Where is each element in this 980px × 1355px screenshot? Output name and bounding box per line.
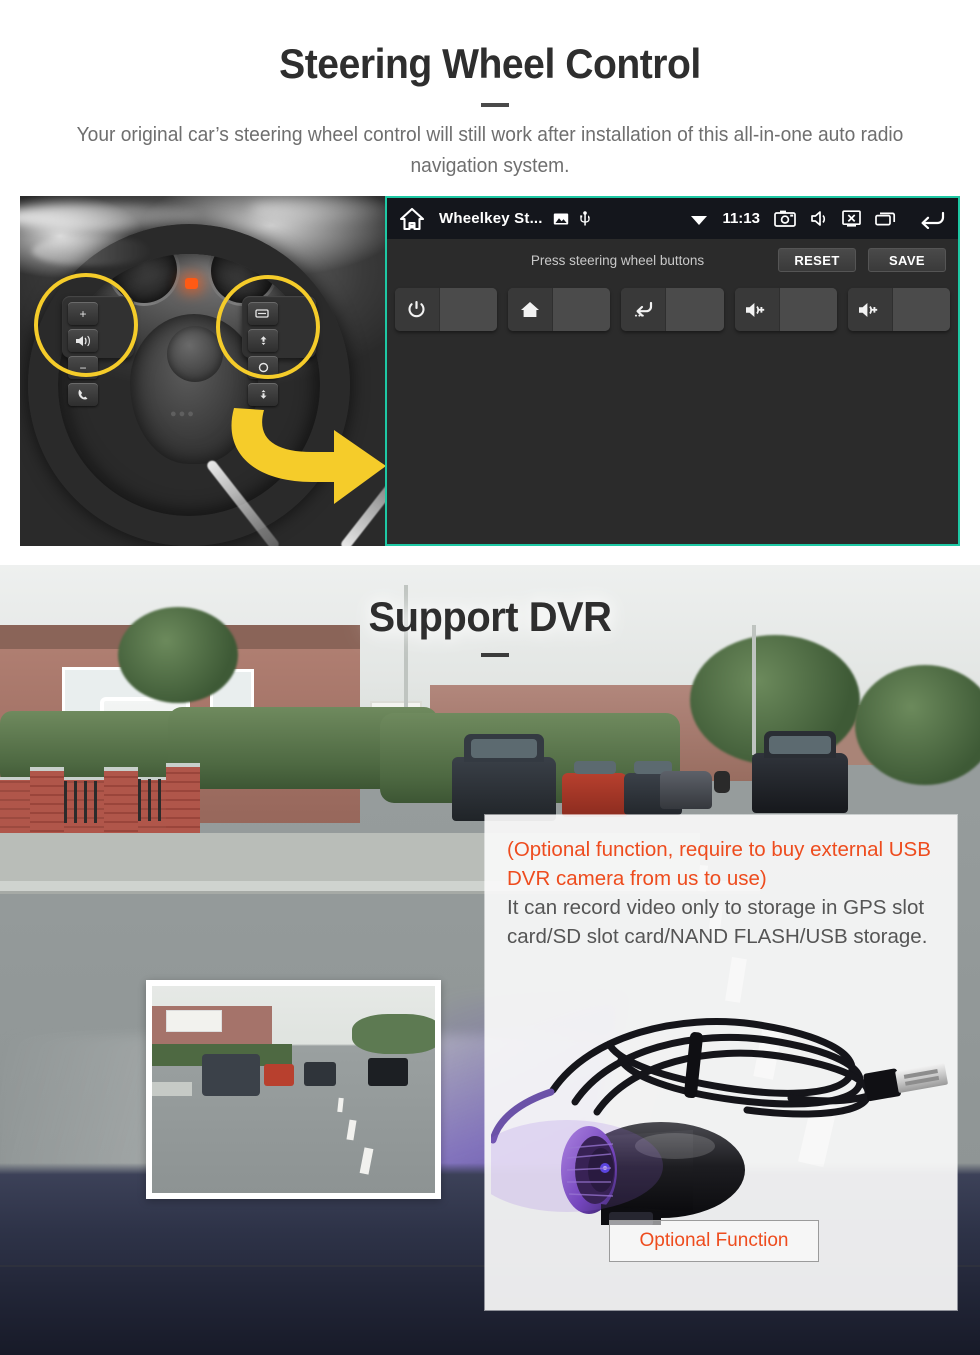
- wheelkey-slot-back[interactable]: [621, 288, 724, 331]
- wifi-icon: [690, 212, 708, 226]
- wheelkey-slot-row: [395, 288, 951, 331]
- usb-dvr-camera-image: [471, 990, 951, 1236]
- brick-pillar: [30, 767, 64, 839]
- parked-suv: [452, 733, 556, 821]
- inset-lane-marking: [359, 1147, 374, 1175]
- reset-button[interactable]: RESET: [778, 248, 856, 272]
- iron-railing: [64, 781, 104, 823]
- dvr-info-panel: (Optional function, require to buy exter…: [471, 815, 957, 1310]
- back-icon: [621, 288, 667, 331]
- power-icon: [395, 288, 440, 331]
- home-icon[interactable]: [399, 207, 425, 231]
- tree: [855, 665, 980, 785]
- screen-off-icon[interactable]: [842, 210, 861, 227]
- inset-kerb: [152, 1082, 192, 1096]
- page-title: Steering Wheel Control: [279, 40, 701, 87]
- volume-up-icon: [847, 288, 893, 331]
- volume-up-key[interactable]: +: [68, 302, 98, 325]
- instruction-text: Press steering wheel buttons: [530, 252, 705, 268]
- dvr-footage-image: [152, 986, 435, 1193]
- call-key[interactable]: [68, 383, 98, 406]
- wheelkey-slot-value: [666, 288, 724, 331]
- home-icon: [508, 288, 554, 331]
- steering-wheel-control-section: Steering Wheel Control Your original car…: [0, 0, 980, 565]
- iron-railing: [138, 779, 166, 821]
- optional-function-button[interactable]: Optional Function: [609, 1220, 819, 1262]
- storage-description: It can record video only to storage in G…: [507, 896, 928, 948]
- brick-pillar: [104, 767, 138, 839]
- street-lamp-post: [752, 625, 756, 755]
- mute-speaker-icon[interactable]: [810, 210, 828, 227]
- oncoming-suv: [752, 731, 848, 813]
- android-status-bar: Wheelkey St... 11:13: [387, 198, 958, 239]
- right-control-pad[interactable]: [242, 296, 316, 406]
- dvr-footage-inset: [146, 980, 441, 1199]
- motorcyclist: [714, 771, 730, 793]
- recent-apps-icon[interactable]: [875, 211, 896, 226]
- dvr-description: (Optional function, require to buy exter…: [507, 835, 943, 951]
- hedge: [0, 711, 190, 785]
- save-button[interactable]: SAVE: [868, 248, 946, 272]
- usb-icon: [579, 210, 591, 227]
- wheelkey-slot-value: [439, 288, 498, 331]
- optional-function-notice: (Optional function, require to buy exter…: [507, 838, 931, 890]
- section-title-divider: [481, 653, 509, 657]
- status-clock: 11:13: [722, 210, 760, 227]
- wheelkey-slot-power[interactable]: [395, 288, 498, 331]
- wheelkey-toolbar: Press steering wheel buttons RESET SAVE: [387, 239, 958, 281]
- brick-pillar: [166, 763, 200, 835]
- dashboard-glare-secondary: [250, 198, 385, 220]
- yellow-arrow: [216, 386, 385, 506]
- support-dvr-section: Support DVR (Optional function, require …: [0, 565, 980, 1355]
- wheelkey-slot-value: [779, 288, 837, 331]
- inset-red-car: [264, 1064, 294, 1086]
- wheelkey-slot-value: [892, 288, 951, 331]
- inset-dark-car: [304, 1062, 336, 1086]
- volume-down-key[interactable]: −: [68, 356, 98, 379]
- screenshot-camera-icon[interactable]: [774, 210, 796, 227]
- left-control-pad[interactable]: + −: [62, 296, 134, 406]
- inset-tree: [352, 1014, 435, 1054]
- wheel-logo: ●●●: [170, 408, 196, 420]
- head-unit-screen: Wheelkey St... 11:13 Press steering whee…: [385, 196, 960, 546]
- voice-key[interactable]: [68, 329, 98, 352]
- circle-key[interactable]: [248, 356, 278, 379]
- red-car: [562, 760, 628, 817]
- product-feature-page: Steering Wheel Control Your original car…: [0, 0, 980, 1355]
- steering-wheel-media-block: ●●● + − Wheelkey St... 11:13 Press steer…: [20, 196, 960, 546]
- wheelkey-slot-volume-up-1[interactable]: [734, 288, 837, 331]
- section-title: Support DVR: [368, 593, 612, 640]
- inset-oncoming-car: [368, 1058, 408, 1086]
- distant-car: [660, 771, 712, 809]
- steering-wheel-photo: ●●● + −: [20, 196, 385, 546]
- volume-up-icon: [734, 288, 780, 331]
- inset-lane-marking: [337, 1097, 344, 1113]
- display-key[interactable]: [248, 302, 278, 325]
- inset-lane-marking: [346, 1119, 357, 1141]
- arrow-up-key[interactable]: [248, 329, 278, 352]
- title-divider: [481, 103, 509, 107]
- image-icon: [553, 212, 569, 226]
- wheelkey-slot-volume-up-2[interactable]: [847, 288, 951, 331]
- inset-sign: [166, 1010, 222, 1032]
- app-title: Wheelkey St...: [439, 210, 543, 227]
- back-arrow-icon[interactable]: [916, 209, 946, 229]
- wheelkey-slot-home[interactable]: [508, 288, 611, 331]
- page-subtitle: Your original car’s steering wheel contr…: [76, 124, 904, 177]
- wheelkey-slot-value: [553, 288, 611, 331]
- airbag-center: [167, 326, 223, 382]
- inset-suv: [202, 1054, 260, 1096]
